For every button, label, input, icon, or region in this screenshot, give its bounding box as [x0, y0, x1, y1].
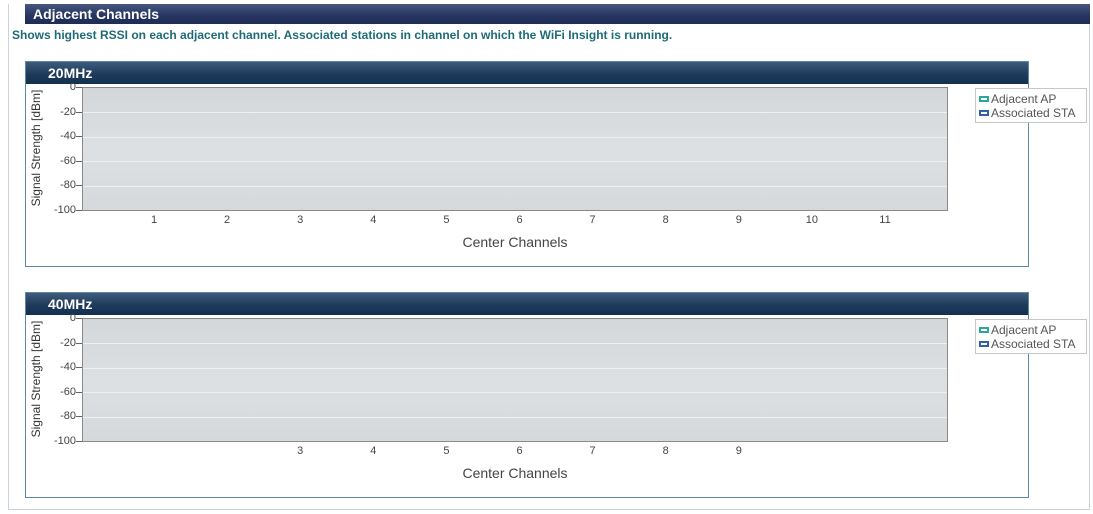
legend-item-associated-sta[interactable]: Associated STA	[979, 106, 1075, 120]
gridline	[83, 343, 947, 345]
adjacent-ap-swatch-icon	[979, 326, 989, 333]
gridline	[83, 161, 947, 163]
y-tick-label: 0	[69, 312, 76, 324]
legend-item-adjacent-ap[interactable]: Adjacent AP	[979, 323, 1056, 337]
y-axis-label: Signal Strength [dBm]	[29, 89, 43, 207]
y-tick-label: -40	[60, 130, 76, 143]
associated-sta-swatch-icon	[979, 109, 989, 116]
y-tick-mark	[76, 87, 82, 88]
y-tick-label: -60	[60, 385, 76, 398]
y-tick-label: -60	[60, 154, 76, 167]
y-tick-label: -20	[60, 336, 76, 349]
x-tick-label: 8	[662, 445, 669, 457]
legend-label: Associated STA	[991, 337, 1076, 351]
y-tick-label: -40	[60, 361, 76, 374]
plot-area	[82, 318, 948, 442]
x-tick-label: 5	[443, 214, 450, 226]
chart-panel-40mhz: 40MHz Signal Strength [dBm] Center Chann…	[25, 292, 1087, 498]
chart-legend[interactable]: Adjacent AP Associated STA	[975, 319, 1087, 354]
y-tick-mark	[76, 111, 82, 113]
legend-label: Adjacent AP	[991, 92, 1057, 106]
gridline	[83, 185, 947, 187]
x-tick-label: 1	[150, 214, 158, 226]
section-title: Adjacent Channels	[25, 4, 1090, 24]
legend-label: Associated STA	[991, 106, 1076, 120]
legend-label: Adjacent AP	[991, 323, 1057, 337]
x-tick-label: 11	[879, 214, 891, 226]
section-description: Shows highest RSSI on each adjacent chan…	[12, 28, 673, 42]
y-tick-mark	[76, 318, 82, 319]
panel-title: 20MHz	[26, 62, 1028, 84]
x-tick-label: 2	[224, 214, 231, 226]
plot-area	[82, 87, 948, 211]
x-tick-label: 5	[443, 445, 450, 457]
gridline	[83, 367, 947, 369]
y-tick-mark	[76, 342, 82, 344]
y-axis-label: Signal Strength [dBm]	[29, 320, 43, 438]
y-tick-mark	[76, 416, 82, 418]
x-tick-label: 6	[516, 214, 523, 226]
x-tick-label: 7	[589, 214, 596, 226]
y-tick-mark	[76, 367, 82, 369]
y-tick-mark	[76, 391, 82, 393]
panel-title: 40MHz	[26, 293, 1028, 315]
x-tick-label: 7	[589, 445, 596, 457]
y-tick-label: -80	[60, 179, 76, 192]
y-tick-label: -80	[60, 410, 76, 423]
y-tick-mark	[76, 210, 82, 211]
x-tick-label: 4	[370, 214, 377, 226]
gridline	[83, 416, 947, 418]
y-tick-mark	[76, 185, 82, 187]
x-tick-label: 6	[516, 445, 523, 457]
y-tick-mark	[76, 136, 82, 138]
x-tick-label: 4	[370, 445, 377, 457]
adjacent-ap-swatch-icon	[979, 95, 989, 102]
gridline	[83, 392, 947, 394]
x-tick-label: 8	[662, 214, 669, 226]
y-tick-label: 0	[69, 81, 76, 93]
y-tick-mark	[76, 160, 82, 162]
y-tick-label: -100	[53, 435, 76, 447]
x-tick-label: 3	[297, 445, 304, 457]
x-axis-label: Center Channels	[462, 234, 568, 250]
chart-panel-20mhz: 20MHz Signal Strength [dBm] Center Chann…	[25, 61, 1087, 267]
x-tick-label: 9	[735, 445, 742, 457]
y-tick-label: -20	[60, 105, 76, 118]
gridline	[83, 112, 947, 114]
x-tick-label: 9	[735, 214, 742, 226]
x-axis-label: Center Channels	[462, 465, 568, 481]
chart-legend[interactable]: Adjacent AP Associated STA	[975, 88, 1087, 123]
x-tick-label: 10	[805, 214, 819, 226]
associated-sta-swatch-icon	[979, 340, 989, 347]
y-tick-mark	[76, 441, 82, 442]
gridline	[83, 136, 947, 138]
y-tick-label: -100	[53, 204, 76, 216]
legend-item-associated-sta[interactable]: Associated STA	[979, 337, 1075, 351]
legend-item-adjacent-ap[interactable]: Adjacent AP	[979, 92, 1056, 106]
x-tick-label: 3	[297, 214, 304, 226]
